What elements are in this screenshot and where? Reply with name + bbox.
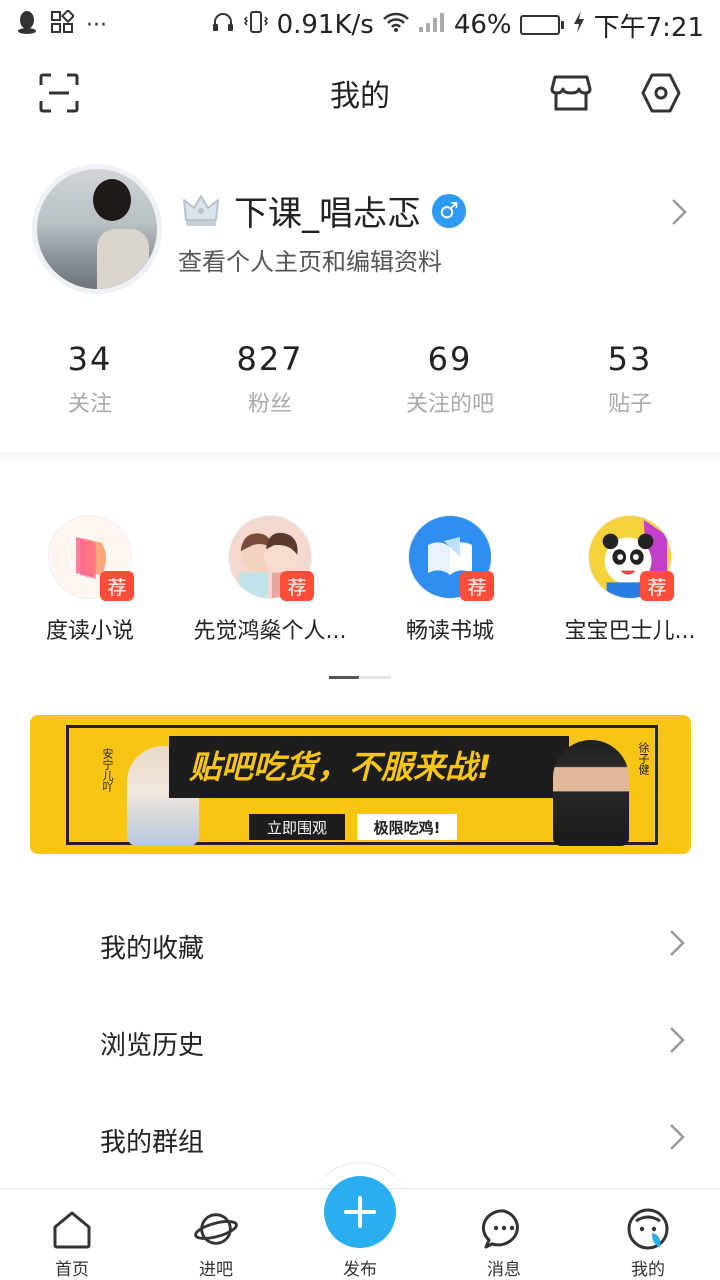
store-icon (550, 75, 592, 111)
app-item[interactable]: 荐 度读小说 (0, 515, 180, 645)
profile-card[interactable]: 下课_唱忐忑 ♂ 查看个人主页和编辑资料 (0, 160, 720, 300)
banner-headline: 贴吧吃货，不服来战! (189, 748, 492, 786)
apps-icon (50, 8, 76, 40)
wifi-icon (382, 10, 410, 40)
more-icon: ··· (86, 12, 107, 38)
stat-posts[interactable]: 53 贴子 (540, 340, 720, 440)
vibrate-icon (243, 10, 269, 41)
recommend-badge: 荐 (640, 571, 674, 601)
nav-label: 消息 (487, 1260, 521, 1280)
nav-profile[interactable]: 我的 (588, 1189, 708, 1280)
recommend-badge: 荐 (460, 571, 494, 601)
message-icon (482, 1207, 526, 1251)
username: 下课_唱忐忑 (234, 194, 421, 234)
scan-button[interactable] (36, 70, 82, 116)
nav-label: 首页 (55, 1260, 89, 1280)
menu-item-history[interactable]: 浏览历史 (0, 995, 720, 1092)
headphones-icon (211, 10, 235, 41)
stat-followed-forums[interactable]: 69 关注的吧 (360, 340, 540, 440)
menu-item-label: 浏览历史 (100, 1031, 205, 1061)
recommend-badge: 荐 (280, 571, 314, 601)
chevron-right-icon (668, 1024, 686, 1064)
recommend-badge: 荐 (100, 571, 134, 601)
banner-frame: 安宁儿吖 贴吧吃货，不服来战! 立即围观 极限吃鸡! 徐子健 (66, 725, 658, 846)
planet-icon (194, 1207, 238, 1251)
profile-subtitle: 查看个人主页和编辑资料 (178, 248, 442, 276)
nav-label: 发布 (343, 1260, 377, 1280)
stat-following[interactable]: 34 关注 (0, 340, 180, 440)
plus-icon (344, 1196, 376, 1228)
settings-icon (641, 73, 681, 113)
scan-icon (39, 73, 79, 113)
charging-icon (572, 10, 586, 41)
app-item[interactable]: 荐 先觉鸿燊个人... (180, 515, 360, 645)
app-label: 畅读书城 (405, 619, 494, 644)
profile-icon (626, 1207, 670, 1251)
crown-icon (183, 195, 219, 226)
app-item[interactable]: 荐 畅读书城 (360, 515, 540, 645)
stat-label: 关注的吧 (405, 392, 494, 417)
stat-value: 53 (607, 340, 653, 378)
nav-label: 进吧 (199, 1260, 233, 1280)
nav-forums[interactable]: 进吧 (156, 1189, 276, 1280)
nav-messages[interactable]: 消息 (444, 1189, 564, 1280)
app-item[interactable]: 荐 宝宝巴士儿... (540, 515, 720, 645)
promo-banner[interactable]: 安宁儿吖 贴吧吃货，不服来战! 立即围观 极限吃鸡! 徐子健 (30, 715, 691, 854)
menu-item-label: 我的群组 (100, 1128, 205, 1158)
chevron-right-icon (668, 927, 686, 967)
stats-row: 34 关注 827 粉丝 69 关注的吧 53 贴子 (0, 340, 720, 440)
clock: 下午7:21 (593, 12, 704, 43)
nav-home[interactable]: 首页 (12, 1189, 132, 1280)
section-divider (0, 452, 720, 466)
app-header: 我的 (0, 50, 720, 136)
menu-item-favorites[interactable]: 我的收藏 (0, 898, 720, 995)
banner-person-right (553, 740, 629, 846)
menu-list: 我的收藏 浏览历史 我的群组 (0, 898, 720, 1189)
banner-right-name: 徐子健 (637, 742, 650, 775)
male-gender-icon: ♂ (432, 194, 466, 228)
stat-label: 贴子 (607, 392, 652, 417)
chevron-right-icon[interactable] (670, 196, 688, 236)
avatar[interactable] (32, 164, 162, 294)
battery-icon (519, 15, 564, 35)
app-label: 先觉鸿燊个人... (193, 619, 347, 644)
banner-play-button[interactable]: 极限吃鸡! (357, 814, 457, 840)
app-label: 度读小说 (45, 619, 134, 644)
menu-item-label: 我的收藏 (100, 934, 205, 964)
stat-value: 34 (67, 340, 113, 378)
battery-percent: 46% (453, 10, 512, 40)
home-icon (50, 1207, 94, 1251)
status-bar: ··· 0.91K/s 46% 下午7:21 (0, 0, 720, 50)
recommended-apps: 荐 度读小说 荐 先觉鸿燊个人... 荐 畅读书城 荐 宝宝巴士儿... (0, 515, 720, 645)
stat-value: 827 (236, 340, 304, 378)
qq-icon (16, 10, 38, 40)
network-speed: 0.91K/s (276, 10, 374, 40)
stat-value: 69 (427, 340, 473, 378)
page-title: 我的 (330, 79, 390, 114)
nav-label: 我的 (631, 1260, 665, 1280)
stat-label: 关注 (67, 392, 112, 417)
banner-left-name: 安宁儿吖 (101, 748, 114, 792)
banner-watch-button[interactable]: 立即围观 (249, 814, 345, 840)
app-label: 宝宝巴士儿... (564, 619, 696, 644)
signal-icon (418, 10, 446, 40)
stat-fans[interactable]: 827 粉丝 (180, 340, 360, 440)
store-button[interactable] (548, 70, 594, 116)
page-indicator (329, 676, 391, 679)
settings-button[interactable] (638, 70, 684, 116)
publish-button[interactable] (324, 1176, 396, 1248)
chevron-right-icon (668, 1121, 686, 1161)
stat-label: 粉丝 (247, 392, 292, 417)
